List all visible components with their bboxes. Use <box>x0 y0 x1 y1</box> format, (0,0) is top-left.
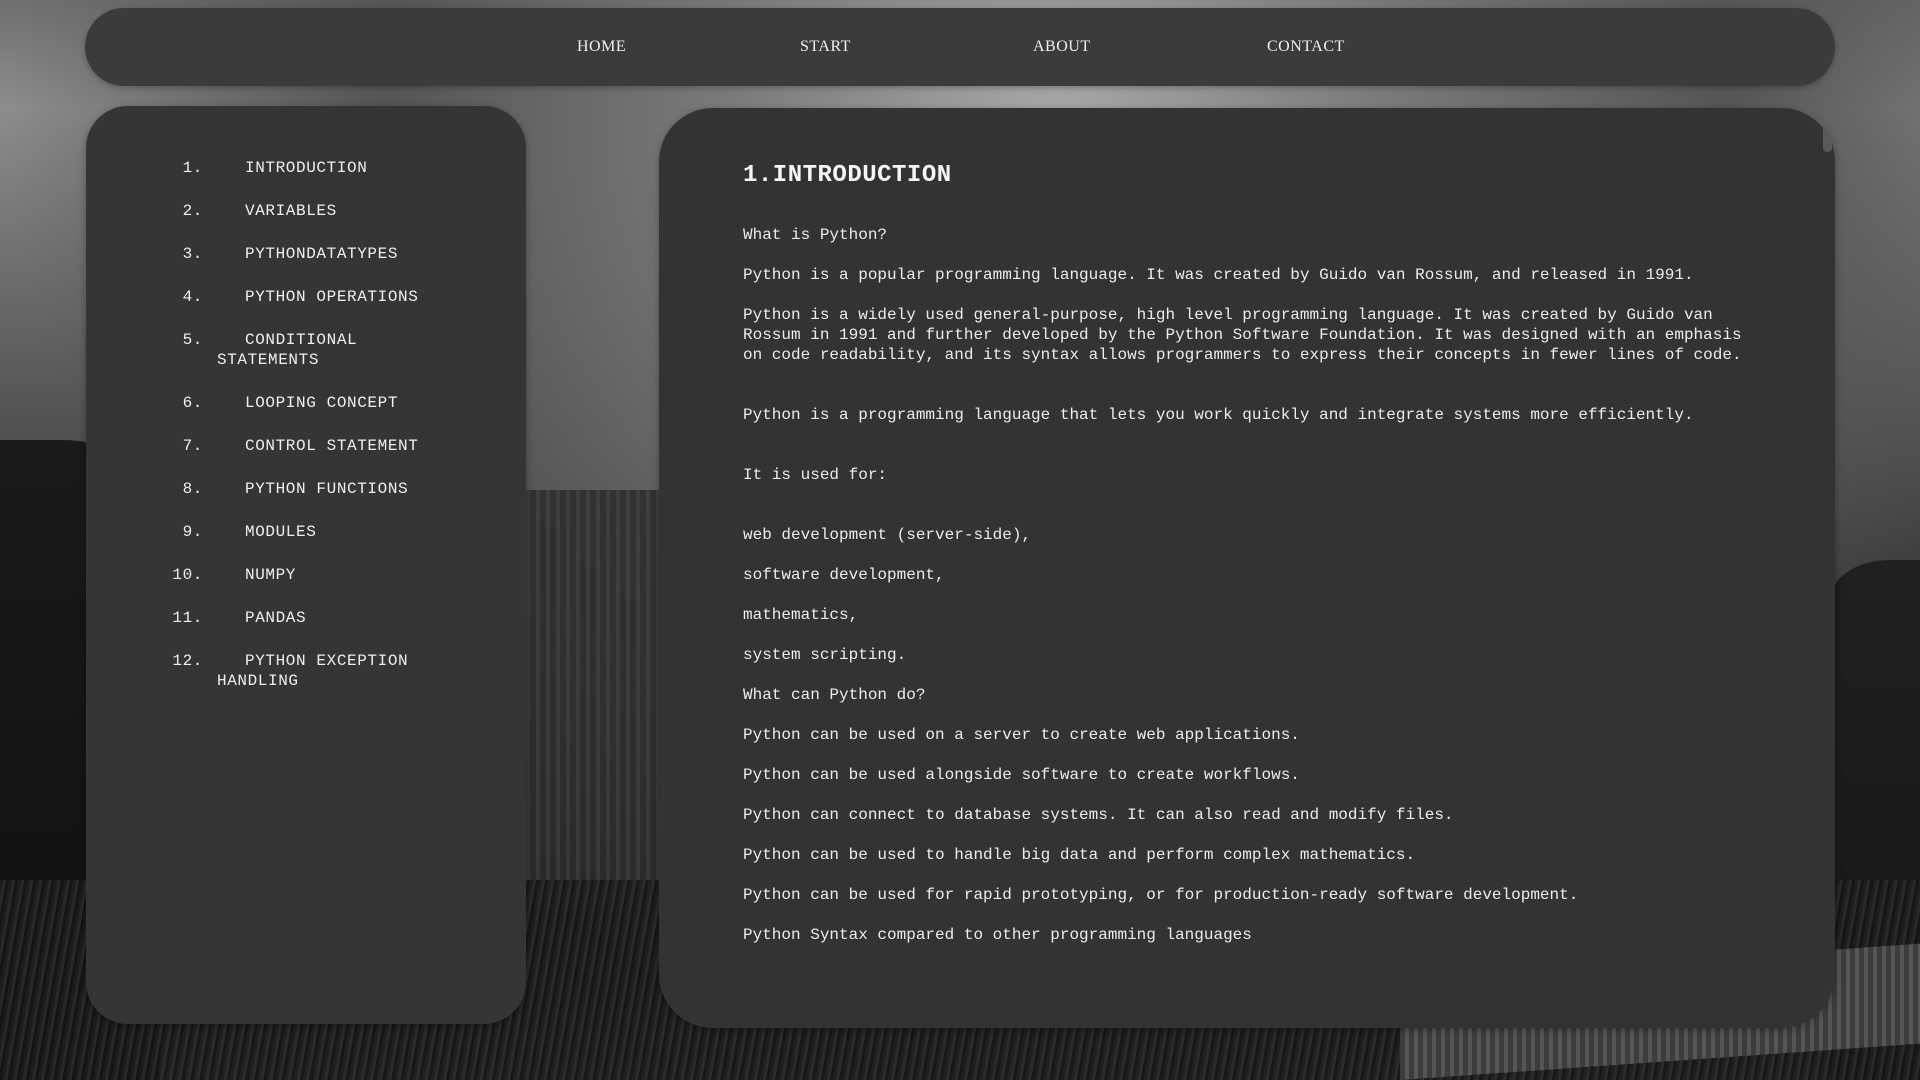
capability-item: Python can connect to database systems. … <box>743 806 1454 824</box>
article-paragraph: What is Python? <box>743 226 888 244</box>
article: 1.INTRODUCTION What is Python? Python is… <box>743 162 1743 965</box>
capability-item: Python can be used for rapid prototyping… <box>743 886 1579 904</box>
capability-item: Python can be used on a server to create… <box>743 726 1300 744</box>
toc-label: CONDITIONAL STATEMENTS <box>217 331 358 369</box>
toc-item-operations[interactable]: 4. PYTHON OPERATIONS <box>86 287 526 307</box>
content-panel: 1.INTRODUCTION What is Python? Python is… <box>659 108 1835 1028</box>
nav-about-link[interactable]: ABOUT <box>1033 8 1091 86</box>
use-list-item: mathematics, <box>743 606 859 624</box>
sidebar-table-of-contents: 1. INTRODUCTION 2. VARIABLES 3. PYTHONDA… <box>86 106 526 1024</box>
toc-item-modules[interactable]: 9. MODULES <box>86 522 526 542</box>
toc-item-control-statement[interactable]: 7. CONTROL STATEMENT <box>86 436 526 456</box>
toc-label: CONTROL STATEMENT <box>245 437 419 455</box>
toc-item-looping-concept[interactable]: 6. LOOPING CONCEPT <box>86 393 526 413</box>
use-list-item: system scripting. <box>743 646 907 664</box>
toc-item-numpy[interactable]: 10. NUMPY <box>86 565 526 585</box>
toc-label: PYTHON OPERATIONS <box>245 288 419 306</box>
toc-label: MODULES <box>245 523 317 541</box>
scrollbar-thumb[interactable] <box>1823 122 1832 152</box>
nav-start-link[interactable]: START <box>800 8 851 86</box>
article-paragraph: Python Syntax compared to other programm… <box>743 926 1252 944</box>
toc-label: PYTHONDATATYPES <box>245 245 399 263</box>
background-shed <box>520 490 680 910</box>
capability-item: Python can be used alongside software to… <box>743 766 1300 784</box>
article-paragraph: Python is a popular programming language… <box>743 266 1694 284</box>
toc-item-introduction[interactable]: 1. INTRODUCTION <box>86 158 526 178</box>
toc-label: PYTHON FUNCTIONS <box>245 480 409 498</box>
toc-label: LOOPING CONCEPT <box>245 394 399 412</box>
nav-home-link[interactable]: HOME <box>577 8 626 86</box>
toc-item-datatypes[interactable]: 3. PYTHONDATATYPES <box>86 244 526 264</box>
toc-label: VARIABLES <box>245 202 337 220</box>
toc-label: PANDAS <box>245 609 307 627</box>
toc-label: INTRODUCTION <box>245 159 368 177</box>
toc-label: NUMPY <box>245 566 297 584</box>
article-paragraph: It is used for: <box>743 466 888 484</box>
article-paragraph: Python is a programming language that le… <box>743 406 1694 424</box>
toc-item-pandas[interactable]: 11. PANDAS <box>86 608 526 628</box>
toc-item-variables[interactable]: 2. VARIABLES <box>86 201 526 221</box>
article-paragraph: Python is a widely used general-purpose,… <box>743 306 1742 364</box>
top-navigation: HOME START ABOUT CONTACT <box>85 8 1835 86</box>
use-list-item: web development (server-side), <box>743 526 1032 544</box>
toc-item-functions[interactable]: 8. PYTHON FUNCTIONS <box>86 479 526 499</box>
nav-contact-link[interactable]: CONTACT <box>1267 8 1345 86</box>
page-title: 1.INTRODUCTION <box>743 162 952 189</box>
toc-item-conditional-statements[interactable]: 5. CONDITIONAL STATEMENTS <box>86 330 526 370</box>
toc-list: 1. INTRODUCTION 2. VARIABLES 3. PYTHONDA… <box>86 106 526 691</box>
toc-item-exception-handling[interactable]: 12. PYTHON EXCEPTION HANDLING <box>86 651 526 691</box>
capability-item: Python can be used to handle big data an… <box>743 846 1416 864</box>
article-paragraph: What can Python do? <box>743 686 926 704</box>
toc-label: PYTHON EXCEPTION HANDLING <box>217 652 409 690</box>
use-list-item: software development, <box>743 566 945 584</box>
